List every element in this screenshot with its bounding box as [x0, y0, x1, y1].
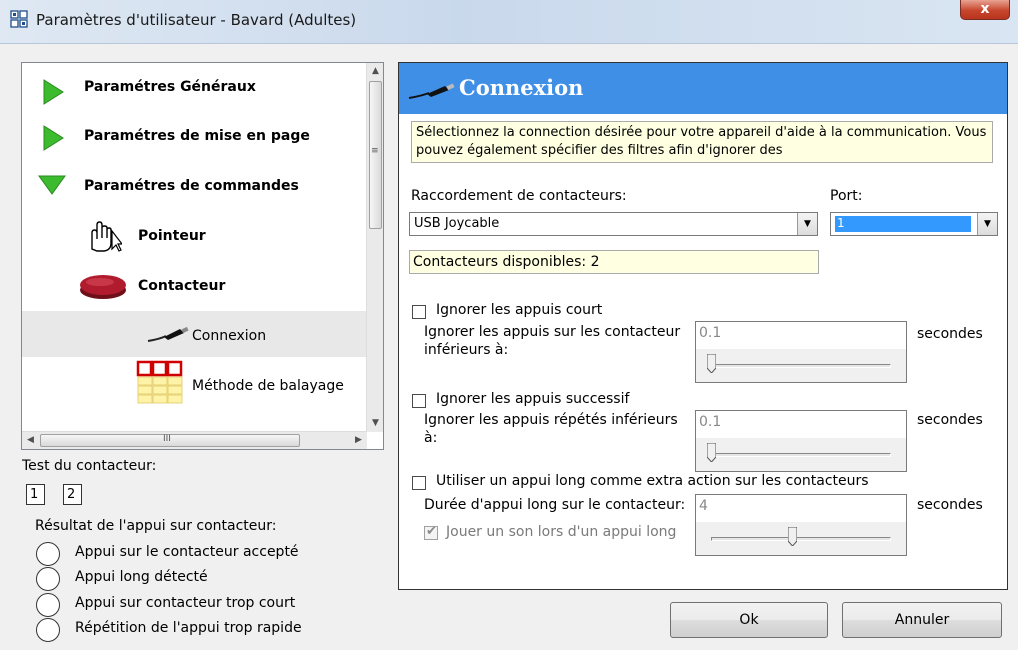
slider-track — [711, 537, 891, 541]
grip-icon: ≡ — [371, 146, 379, 156]
panel-title: Connexion — [459, 75, 584, 100]
short-press-field-label: Ignorer les appuis sur les contacteur — [424, 324, 681, 340]
tree-item-switch[interactable]: Contacteur — [22, 261, 367, 307]
tree-item-label: Contacteur — [138, 278, 226, 294]
switch-test-label: Test du contacteur: — [22, 458, 157, 474]
long-press-value-input[interactable]: 4 — [699, 498, 708, 514]
settings-tree[interactable]: Paramétres Généraux Paramétres de mise e… — [21, 62, 384, 450]
switch-test-box-1: 1 — [26, 484, 45, 505]
long-press-label: Utiliser un appui long comme extra actio… — [436, 473, 869, 489]
scroll-up-arrow-icon[interactable]: ▲ — [367, 63, 384, 80]
connection-label: Raccordement de contacteurs: — [411, 188, 627, 204]
chevron-down-icon[interactable]: ▼ — [797, 213, 817, 235]
connection-value: USB Joycable — [414, 216, 500, 231]
long-press-sound-checkbox[interactable]: ✔ — [424, 524, 438, 540]
tree-item-general[interactable]: Paramétres Généraux — [22, 65, 367, 111]
ok-button[interactable]: Ok — [670, 602, 828, 638]
switch-test-box-2: 2 — [63, 484, 82, 505]
short-press-field-label-2: inférieurs à: — [424, 342, 509, 358]
tree-item-label: Paramétres de commandes — [84, 178, 299, 194]
cable-plug-icon — [408, 83, 455, 99]
slider-thumb[interactable] — [788, 527, 797, 546]
short-press-unit: secondes — [917, 326, 983, 342]
long-press-slider-box: 4 — [695, 494, 907, 556]
green-arrow-right-icon — [43, 79, 64, 105]
short-press-value-input[interactable]: 0.1 — [699, 325, 721, 341]
port-label: Port: — [830, 188, 863, 204]
indicator-circle — [36, 593, 60, 617]
cancel-button[interactable]: Annuler — [842, 602, 1002, 638]
description-box: Sélectionnez la connection désirée pour … — [411, 121, 993, 163]
tree-item-label: Pointeur — [138, 228, 206, 244]
ignore-repeat-press-label: Ignorer les appuis successif — [436, 391, 630, 407]
ignore-short-press-checkbox[interactable] — [412, 305, 426, 319]
slider-track — [711, 364, 891, 368]
red-switch-button-icon — [80, 275, 126, 299]
scan-grid-icon — [136, 360, 183, 404]
connection-panel: Connexion Sélectionnez la connection dés… — [398, 62, 1008, 590]
short-press-slider[interactable] — [696, 349, 906, 382]
dialog-body: Paramétres Généraux Paramétres de mise e… — [0, 44, 1018, 650]
tree-item-label: Connexion — [192, 328, 267, 344]
panel-header: Connexion — [399, 63, 1007, 114]
indicator-circle — [36, 618, 60, 642]
horizontal-scroll-thumb[interactable]: III — [40, 434, 300, 447]
repeat-press-slider-box: 0.1 — [695, 410, 907, 472]
tree-vertical-scrollbar[interactable]: ▲ ≡ ▼ — [366, 63, 383, 432]
tree-item-label: Paramétres de mise en page — [84, 128, 310, 144]
checkmark-icon: ✔ — [426, 524, 437, 539]
tree-item-commands[interactable]: Paramétres de commandes — [22, 161, 367, 207]
result-item: Appui long détecté — [75, 569, 208, 585]
port-select[interactable]: 1 ▼ — [830, 212, 998, 236]
long-press-field-label: Durée d'appui long sur le contacteur: — [424, 497, 686, 513]
slider-thumb[interactable] — [707, 443, 716, 462]
grip-icon: III — [163, 434, 171, 444]
connection-select[interactable]: USB Joycable ▼ — [409, 212, 818, 236]
short-press-slider-box: 0.1 — [695, 321, 907, 383]
chevron-down-icon[interactable]: ▼ — [977, 213, 997, 235]
tree-item-connection[interactable]: Connexion — [22, 311, 367, 357]
tree-item-pointer[interactable]: Pointeur — [22, 211, 367, 257]
tree-item-layout[interactable]: Paramétres de mise en page — [22, 113, 367, 159]
tree-item-scan-method[interactable]: Méthode de balayage — [22, 359, 367, 405]
indicator-circle — [36, 567, 60, 591]
long-press-sound-label: Jouer un son lors d'un appui long — [446, 524, 677, 540]
repeat-press-field-label-2: à: — [424, 430, 438, 446]
slider-track — [711, 453, 891, 457]
result-item: Répétition de l'appui trop rapide — [75, 620, 302, 636]
ignore-short-press-label: Ignorer les appuis court — [436, 302, 603, 318]
long-press-slider[interactable] — [696, 522, 906, 555]
cable-plug-icon — [147, 326, 189, 342]
repeat-press-field-label: Ignorer les appuis répétés inférieurs — [424, 412, 678, 428]
vertical-scroll-thumb[interactable]: ≡ — [369, 81, 382, 229]
slider-thumb[interactable] — [707, 354, 716, 373]
green-arrow-down-icon — [38, 175, 66, 195]
long-press-checkbox[interactable] — [412, 476, 426, 490]
indicator-circle — [36, 542, 60, 566]
tree-horizontal-scrollbar[interactable]: ◀ III ▶ — [22, 431, 367, 449]
port-value: 1 — [834, 215, 972, 233]
repeat-press-value-input[interactable]: 0.1 — [699, 414, 721, 430]
result-item: Appui sur contacteur trop court — [75, 595, 296, 611]
close-icon: x — [980, 1, 990, 17]
long-press-unit: secondes — [917, 497, 983, 513]
tree-item-label: Méthode de balayage — [192, 378, 344, 394]
scroll-left-arrow-icon[interactable]: ◀ — [22, 432, 39, 449]
repeat-press-slider[interactable] — [696, 438, 906, 471]
ignore-repeat-press-checkbox[interactable] — [412, 394, 426, 408]
window-title: Paramètres d'utilisateur - Bavard (Adult… — [36, 11, 357, 29]
title-bar[interactable]: Paramètres d'utilisateur - Bavard (Adult… — [0, 0, 1018, 44]
result-label: Résultat de l'appui sur contacteur: — [35, 518, 277, 534]
settings-window: Paramètres d'utilisateur - Bavard (Adult… — [0, 0, 1018, 650]
app-grid-icon — [10, 10, 28, 28]
hand-pointer-icon — [91, 221, 122, 252]
scroll-right-arrow-icon[interactable]: ▶ — [350, 432, 367, 449]
green-arrow-right-icon — [43, 125, 64, 151]
scroll-down-arrow-icon[interactable]: ▼ — [367, 415, 384, 432]
repeat-press-unit: secondes — [917, 412, 983, 428]
tree-item-label: Paramétres Généraux — [84, 79, 256, 95]
result-item: Appui sur le contacteur accepté — [75, 544, 299, 560]
close-button[interactable]: x — [960, 0, 1010, 20]
available-switches: Contacteurs disponibles: 2 — [409, 250, 819, 274]
